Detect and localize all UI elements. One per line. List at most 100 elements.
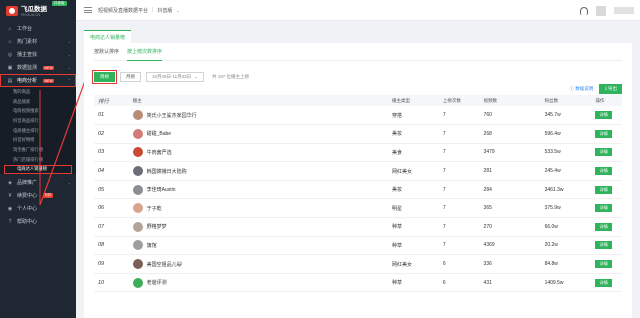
table-row[interactable]: 08 旗馆 种草 7 4369 20.2w 详情 <box>94 236 622 256</box>
table-row[interactable]: 03 牛肉酱严选 美食 7 3479 533.5w 详情 <box>94 143 622 163</box>
sidebar-item-renewal[interactable]: ¥ 续费中心 折扣 <box>0 189 76 202</box>
table-row[interactable]: 09 美国空姐品儿😺 网红美女 6 336 84.8w 详情 <box>94 254 622 274</box>
detail-button[interactable]: 详情 <box>595 148 612 157</box>
submenu-my-products[interactable]: 我的商品 <box>0 87 76 97</box>
blogger-name[interactable]: 老爸评测 <box>147 279 167 286</box>
sidebar-item-label: 数据监测 <box>17 65 38 71</box>
avatar[interactable] <box>132 240 143 251</box>
blogger-cell[interactable]: 李佳琦Austin <box>128 180 388 200</box>
sidebar-item-label: 品牌推广 <box>17 180 38 187</box>
panel-actions: ⓘ 数据说明 ⇩ 导出 <box>569 84 622 94</box>
submenu-hot-shop-rank[interactable]: 热门店铺排行榜 <box>0 155 76 165</box>
weekly-rank-button[interactable]: 周榜 <box>92 70 117 84</box>
brand-logo[interactable]: 飞瓜数据 FEIGUA.CN 抖音版 <box>0 0 76 22</box>
tab-sales-rank[interactable]: 电商达人销量榜 <box>84 30 132 43</box>
times-cell: 7 <box>438 161 480 181</box>
type-cell: 穿搭 <box>388 106 439 126</box>
avatar[interactable] <box>132 128 143 139</box>
table-row[interactable]: 07 野格梦梦 种草 7 270 66.0w 详情 <box>94 217 622 237</box>
blogger-cell[interactable]: 韩国嫦娥日大陆购 <box>128 161 388 181</box>
tab-times-sort[interactable]: 按上榜次数排序 <box>127 43 163 61</box>
table-row[interactable]: 06 于子乾 明星 7 365 375.9w 详情 <box>94 198 622 219</box>
sidebar-item-ecommerce[interactable]: ▤ 电商分析 NEW ⌃ <box>0 74 76 87</box>
rank-cell: 08 <box>94 236 129 256</box>
blogger-name[interactable]: 甜甜_Babe <box>147 130 171 137</box>
cash-icon: ¥ <box>8 192 12 199</box>
detail-button[interactable]: 详情 <box>595 167 612 176</box>
avatar[interactable] <box>132 184 143 195</box>
table-row[interactable]: 10 老爸评测 种草 6 431 1409.5w 详情 <box>94 273 622 293</box>
avatar[interactable] <box>132 277 143 288</box>
table-row[interactable]: 01 简氏小王鲨杰家园华行 穿搭 7 760 345.7w 详情 <box>94 106 622 126</box>
blogger-name[interactable]: 美国空姐品儿😺 <box>147 261 182 268</box>
blogger-name[interactable]: 李佳琦Austin <box>147 186 176 193</box>
version-switch[interactable]: 抖音版 <box>157 7 172 14</box>
avatar[interactable] <box>132 221 143 232</box>
detail-button[interactable]: 详情 <box>595 260 612 269</box>
avatar[interactable] <box>132 110 143 121</box>
sidebar-item-personal[interactable]: ◉ 个人中心 <box>0 202 76 215</box>
detail-button[interactable]: 详情 <box>595 241 612 250</box>
export-button[interactable]: ⇩ 导出 <box>599 84 622 94</box>
submenu-taobao-promo-rank[interactable]: 淘宝推广排行榜 <box>0 145 76 155</box>
blogger-cell[interactable]: 简氏小王鲨杰家园华行 <box>128 106 388 126</box>
sidebar-item-data-monitor[interactable]: ▣ 数据监测 NEW ⌄ <box>0 61 76 74</box>
blogger-name[interactable]: 于子乾 <box>147 205 162 212</box>
fans-cell: 245.4w <box>540 161 592 181</box>
blogger-cell[interactable]: 老爸评测 <box>128 273 388 293</box>
blogger-name[interactable]: 韩国嫦娥日大陆购 <box>147 168 187 175</box>
submenu-good-items[interactable]: 抖音好物榜 <box>0 135 76 145</box>
blogger-name[interactable]: 简氏小王鲨杰家园华行 <box>147 112 197 119</box>
detail-button[interactable]: 详情 <box>595 129 612 138</box>
chevron-down-icon[interactable]: ⌄ <box>176 8 179 13</box>
user-name-blurred[interactable] <box>614 7 634 14</box>
avatar[interactable] <box>132 203 143 214</box>
blogger-name[interactable]: 旗馆 <box>147 242 157 249</box>
action-cell: 详情 <box>591 106 622 126</box>
times-cell: 6 <box>438 254 480 274</box>
detail-button[interactable]: 详情 <box>595 111 612 120</box>
submenu-ecommerce-blogger-rank[interactable]: 电商播主排行 <box>0 126 76 136</box>
sidebar-item-blogger-search[interactable]: ◎ 播主查找 ⌄ <box>0 48 76 61</box>
sidebar-item-hot-materials[interactable]: ♨ 热门素材 ⌄ <box>0 35 76 48</box>
submenu-product-search[interactable]: 商品搜索 <box>0 97 76 107</box>
blogger-cell[interactable]: 美国空姐品儿😺 <box>128 254 388 274</box>
avatar[interactable] <box>132 147 143 158</box>
detail-button[interactable]: 详情 <box>595 204 612 213</box>
table-row[interactable]: 04 韩国嫦娥日大陆购 网红美女 7 281 245.4w 详情 <box>94 161 622 181</box>
detail-button[interactable]: 详情 <box>595 222 612 231</box>
videos-cell: 336 <box>479 254 541 274</box>
times-cell: 7 <box>438 180 480 200</box>
blogger-name[interactable]: 牛肉酱严选 <box>147 149 172 156</box>
blogger-cell[interactable]: 于子乾 <box>128 198 388 219</box>
avatar[interactable] <box>596 5 606 16</box>
blogger-cell[interactable]: 旗馆 <box>128 236 388 256</box>
tab-default-sort[interactable]: 按默认排序 <box>94 43 119 61</box>
table-row[interactable]: 05 李佳琦Austin 美妆 7 284 3461.3w 详情 <box>94 180 622 200</box>
detail-button[interactable]: 详情 <box>595 185 612 194</box>
sidebar-item-brand-promo[interactable]: ◈ 品牌推广 ⌄ <box>0 176 76 189</box>
submenu-ecommerce-video-search[interactable]: 电商视频搜索 <box>0 106 76 116</box>
avatar[interactable] <box>132 259 143 270</box>
type-cell: 种草 <box>388 217 439 237</box>
sidebar-item-workbench[interactable]: ⌂ 工作台 <box>0 22 76 35</box>
submenu-sales-rank[interactable]: 电商达人销量榜 <box>4 164 72 175</box>
menu-toggle-icon[interactable] <box>84 7 92 13</box>
data-help-link[interactable]: ⓘ 数据说明 <box>569 86 593 92</box>
videos-cell: 3479 <box>479 143 541 163</box>
submenu-douyin-product-rank[interactable]: 抖音商品排行 <box>0 116 76 126</box>
avatar[interactable] <box>132 166 143 177</box>
blogger-cell[interactable]: 甜甜_Babe <box>128 124 388 144</box>
blogger-cell[interactable]: 牛肉酱严选 <box>128 143 388 163</box>
sidebar-item-help[interactable]: ? 帮助中心 <box>0 215 76 228</box>
action-cell: 详情 <box>591 273 622 293</box>
blogger-name[interactable]: 野格梦梦 <box>147 223 167 230</box>
detail-button[interactable]: 详情 <box>595 278 612 287</box>
blogger-cell[interactable]: 野格梦梦 <box>128 217 388 237</box>
date-range-select[interactable]: 10月28日-11月03日 ⌄ <box>146 72 204 82</box>
headset-icon[interactable] <box>580 6 588 15</box>
sidebar: 飞瓜数据 FEIGUA.CN 抖音版 ⌂ 工作台 ♨ 热门素材 ⌄ ◎ 播主查找… <box>0 0 76 318</box>
table-row[interactable]: 02 甜甜_Babe 美妆 7 268 596.4w 详情 <box>94 124 622 144</box>
monthly-rank-button[interactable]: 月榜 <box>120 72 141 82</box>
videos-cell: 284 <box>479 180 541 200</box>
